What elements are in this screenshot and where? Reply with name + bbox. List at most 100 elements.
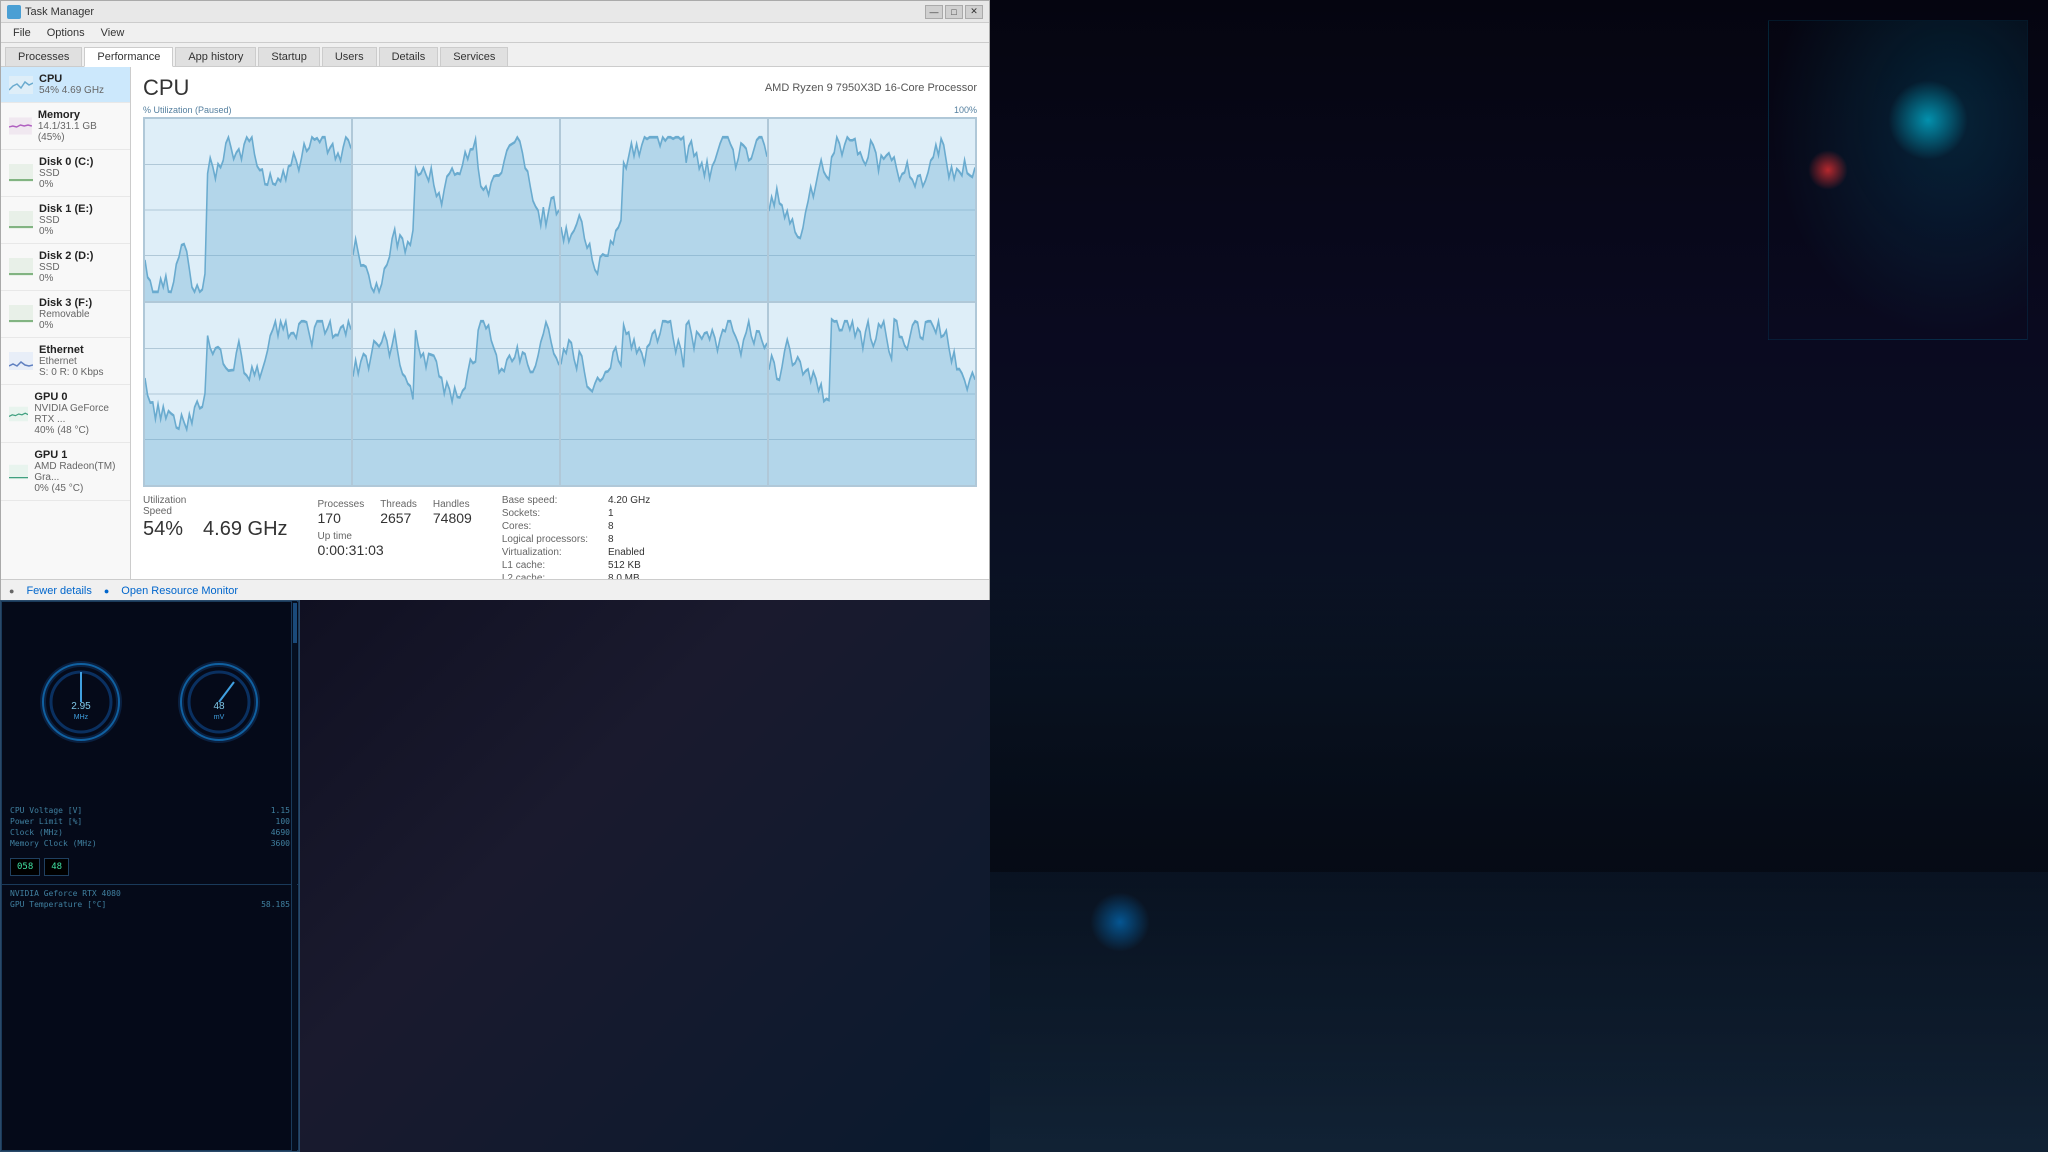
tab-startup[interactable]: Startup [258, 47, 319, 66]
hw-gpu-temp-value: 58.185 [261, 900, 290, 909]
logical-value: 8 [608, 534, 650, 545]
svg-text:48: 48 [213, 701, 225, 712]
hw-scrollbar[interactable] [291, 601, 297, 1151]
tab-apphistory[interactable]: App history [175, 47, 256, 66]
sidebar-item-memory[interactable]: Memory 14.1/31.1 GB (45%) [1, 103, 130, 150]
window-title: Task Manager [25, 6, 925, 18]
cpu-graph-cell-4 [144, 302, 352, 486]
memory-sub: 14.1/31.1 GB (45%) [38, 121, 122, 143]
processes-label: Processes [318, 499, 365, 510]
cpu-graph-cell-2 [560, 118, 768, 302]
window-controls: — □ ✕ [925, 5, 983, 19]
hw-value-4: 3600 [271, 839, 290, 848]
hw-label-2: Power Limit [%] [10, 817, 82, 826]
digital-display-2: 48 [44, 858, 69, 876]
threads-group: Threads 2657 [380, 499, 417, 527]
utilization-group: Utilization Speed 54% 4.69 GHz [143, 495, 288, 579]
disk3-pct: 0% [39, 320, 92, 331]
tab-processes[interactable]: Processes [5, 47, 82, 66]
performance-panel: CPU AMD Ryzen 9 7950X3D 16-Core Processo… [131, 67, 989, 579]
hw-label-4: Memory Clock (MHz) [10, 839, 97, 848]
gpu0-mini-chart [9, 405, 28, 423]
tab-performance[interactable]: Performance [84, 47, 173, 67]
disk1-mini-chart [9, 211, 33, 229]
memory-sidebar-text: Memory 14.1/31.1 GB (45%) [38, 109, 122, 143]
threads-label: Threads [380, 499, 417, 510]
sidebar-item-gpu0[interactable]: GPU 0 NVIDIA GeForce RTX ... 40% (48 °C) [1, 385, 130, 443]
minimize-button[interactable]: — [925, 5, 943, 19]
processes-group: Processes 170 [318, 499, 365, 527]
menu-file[interactable]: File [5, 25, 39, 41]
hw-value-3: 4690 [271, 828, 290, 837]
sockets-value: 1 [608, 508, 650, 519]
hw-value-1: 1.15 [271, 806, 290, 815]
sidebar-item-disk3[interactable]: Disk 3 (F:) Removable 0% [1, 291, 130, 338]
sidebar-item-disk2[interactable]: Disk 2 (D:) SSD 0% [1, 244, 130, 291]
threads-value: 2657 [380, 510, 417, 527]
close-button[interactable]: ✕ [965, 5, 983, 19]
footer-circle-icon: ● [9, 586, 14, 596]
graph-util-label: % Utilization (Paused) [143, 105, 232, 115]
gpu0-pct: 40% (48 °C) [34, 425, 122, 436]
cpu-graph-cell-6 [560, 302, 768, 486]
disk3-type: Removable [39, 309, 92, 320]
tab-bar: Processes Performance App history Startu… [1, 43, 989, 67]
cpu-name: CPU [39, 73, 104, 85]
menu-view[interactable]: View [93, 25, 133, 41]
cpu-processor-name: AMD Ryzen 9 7950X3D 16-Core Processor [765, 82, 977, 94]
stats-detail: Base speed: 4.20 GHz Sockets: 1 Cores: 8… [502, 495, 650, 579]
hw-label-1: CPU Voltage [V] [10, 806, 82, 815]
process-stats-group: Processes 170 Threads 2657 Handles 74809 [318, 499, 472, 579]
disk0-name: Disk 0 (C:) [39, 156, 93, 168]
hw-value-2: 100 [276, 817, 290, 826]
details-group: Base speed: 4.20 GHz Sockets: 1 Cores: 8… [502, 495, 650, 579]
gpu1-name: GPU 1 [34, 449, 122, 461]
disk2-mini-chart [9, 258, 33, 276]
hw-gpu-label: NVIDIA Geforce RTX 4080 [10, 889, 290, 898]
speed-label: Speed [143, 506, 288, 517]
gpu0-sidebar-text: GPU 0 NVIDIA GeForce RTX ... 40% (48 °C) [34, 391, 122, 436]
digital-display-1: 058 [10, 858, 40, 876]
gpu1-mini-chart [9, 463, 28, 481]
disk1-pct: 0% [39, 226, 93, 237]
open-resource-link[interactable]: Open Resource Monitor [121, 585, 238, 597]
disk0-type: SSD [39, 168, 93, 179]
svg-text:2.95: 2.95 [71, 701, 91, 712]
disk2-sidebar-text: Disk 2 (D:) SSD 0% [39, 250, 93, 284]
main-content: CPU 54% 4.69 GHz Memory 14.1/31.1 GB (45… [1, 67, 989, 579]
disk2-pct: 0% [39, 273, 93, 284]
sidebar-item-disk1[interactable]: Disk 1 (E:) SSD 0% [1, 197, 130, 244]
tab-details[interactable]: Details [379, 47, 439, 66]
tab-services[interactable]: Services [440, 47, 508, 66]
background-scene [990, 0, 2048, 1152]
hw-scrollbar-thumb[interactable] [293, 603, 297, 643]
base-speed-label: Base speed: [502, 495, 588, 506]
window-footer: ● Fewer details ● Open Resource Monitor [1, 579, 989, 601]
logical-label: Logical processors: [502, 534, 588, 545]
menu-options[interactable]: Options [39, 25, 93, 41]
svg-text:MHz: MHz [74, 714, 89, 721]
right-gauge: 48 mV [174, 657, 264, 747]
app-icon [7, 5, 21, 19]
gpu1-sidebar-text: GPU 1 AMD Radeon(TM) Gra... 0% (45 °C) [34, 449, 122, 494]
base-speed-value: 4.20 GHz [608, 495, 650, 506]
stats-section: Utilization Speed 54% 4.69 GHz Processes… [143, 495, 977, 579]
fewer-details-link[interactable]: Fewer details [26, 585, 91, 597]
speed-value: 4.69 GHz [203, 517, 287, 541]
sidebar-item-disk0[interactable]: Disk 0 (C:) SSD 0% [1, 150, 130, 197]
sidebar-item-gpu1[interactable]: GPU 1 AMD Radeon(TM) Gra... 0% (45 °C) [1, 443, 130, 501]
sidebar-item-cpu[interactable]: CPU 54% 4.69 GHz [1, 67, 130, 103]
hw-gpu-temp-label: GPU Temperature [°C] [10, 900, 106, 909]
sidebar-item-ethernet[interactable]: Ethernet Ethernet S: 0 R: 0 Kbps [1, 338, 130, 385]
perf-header: CPU AMD Ryzen 9 7950X3D 16-Core Processo… [143, 75, 977, 101]
disk3-sidebar-text: Disk 3 (F:) Removable 0% [39, 297, 92, 331]
footer-resource-icon: ● [104, 586, 109, 596]
disk0-sidebar-text: Disk 0 (C:) SSD 0% [39, 156, 93, 190]
tab-users[interactable]: Users [322, 47, 377, 66]
cpu-graph-cell-1 [352, 118, 560, 302]
maximize-button[interactable]: □ [945, 5, 963, 19]
ethernet-speed: S: 0 R: 0 Kbps [39, 367, 103, 378]
sidebar: CPU 54% 4.69 GHz Memory 14.1/31.1 GB (45… [1, 67, 131, 579]
disk1-name: Disk 1 (E:) [39, 203, 93, 215]
utilization-value: 54% [143, 517, 183, 541]
